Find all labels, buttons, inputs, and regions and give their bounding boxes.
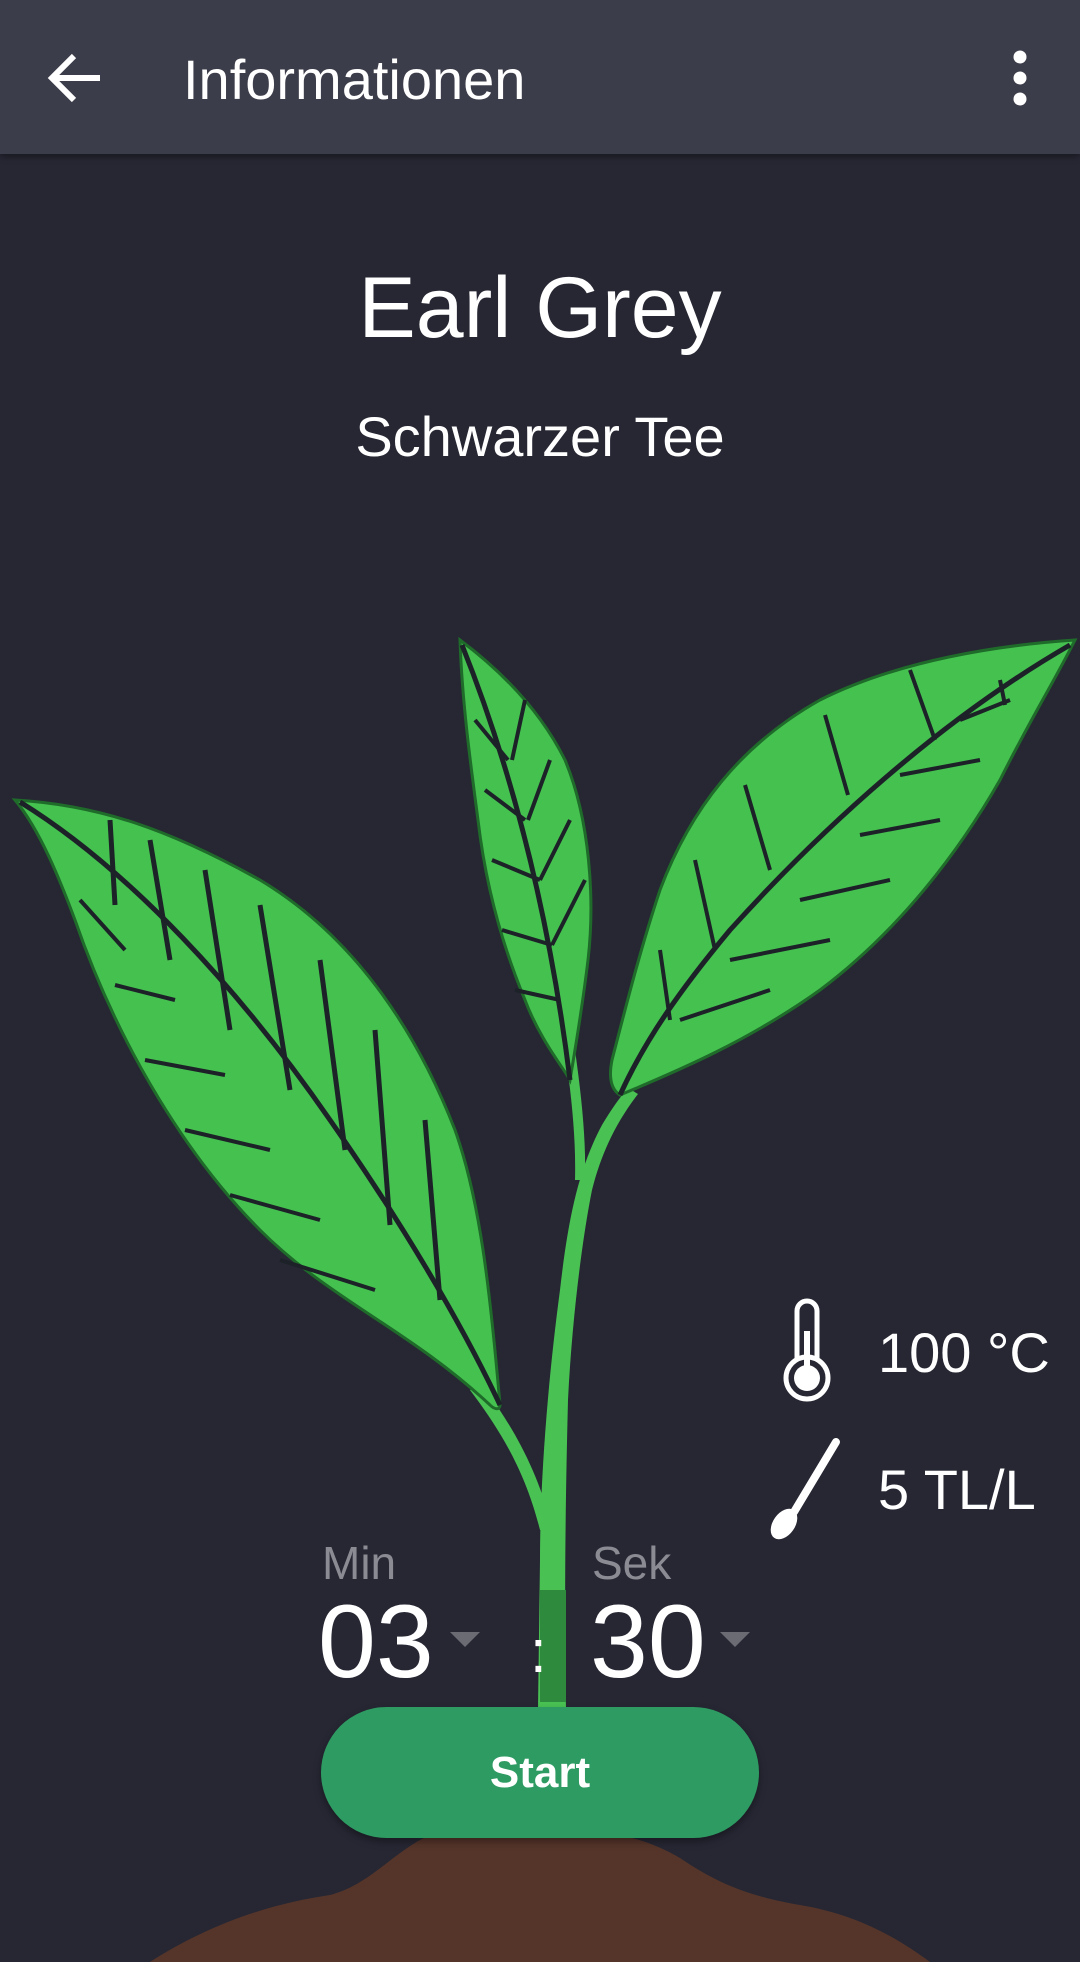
amount-info: 5 TL/L xyxy=(760,1432,1080,1542)
tea-name: Earl Grey xyxy=(358,260,722,356)
more-vertical-icon xyxy=(1013,50,1027,106)
stem-branch-left xyxy=(470,1385,552,1530)
seconds-picker[interactable]: 30 xyxy=(590,1586,706,1698)
amount-value: 5 TL/L xyxy=(878,1458,1036,1521)
seconds-label: Sek xyxy=(592,1537,672,1589)
temperature-info: 100 °C xyxy=(760,1295,1080,1405)
thermometer-icon xyxy=(783,1298,831,1402)
minutes-label: Min xyxy=(322,1537,397,1589)
minutes-dropdown-icon[interactable] xyxy=(450,1632,480,1647)
start-button[interactable]: Start xyxy=(321,1707,759,1838)
leaf-right xyxy=(608,638,1078,1097)
seconds-dropdown-icon[interactable] xyxy=(720,1632,750,1647)
back-button[interactable] xyxy=(38,42,114,114)
leaf-left xyxy=(11,798,503,1411)
page-title: Informationen xyxy=(183,48,526,111)
tea-type: Schwarzer Tee xyxy=(355,405,725,468)
spoon-icon xyxy=(770,1438,840,1540)
overflow-menu-button[interactable] xyxy=(990,45,1050,111)
app-bar: Informationen xyxy=(0,0,1080,154)
soil-mound xyxy=(150,1829,930,1962)
leaf-center xyxy=(458,636,593,1085)
arrow-left-icon xyxy=(47,53,100,103)
minutes-picker[interactable]: 03 xyxy=(318,1586,434,1698)
time-separator: : xyxy=(530,1618,547,1685)
temperature-value: 100 °C xyxy=(878,1321,1050,1384)
